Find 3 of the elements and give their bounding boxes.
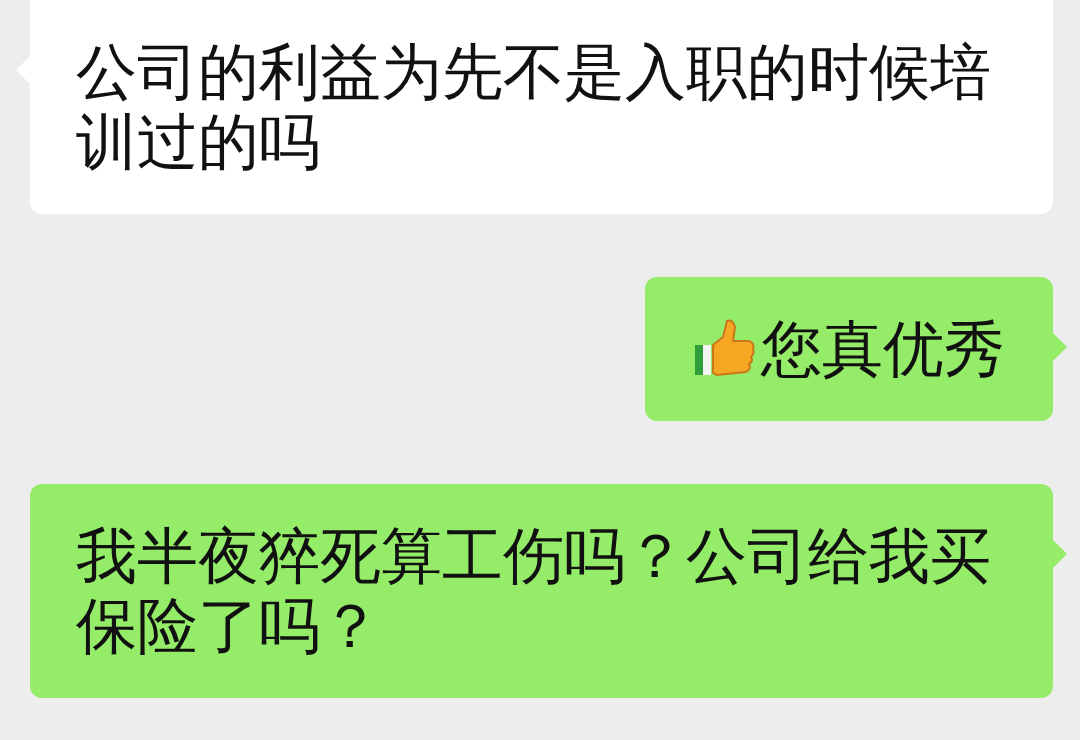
message-text: 公司的利益为先不是入职的时候培训过的吗 [76, 37, 992, 177]
message-text: 我半夜猝死算工伤吗？公司给我买保险了吗？ [76, 521, 992, 661]
message-text: 您真优秀 [761, 314, 1005, 384]
